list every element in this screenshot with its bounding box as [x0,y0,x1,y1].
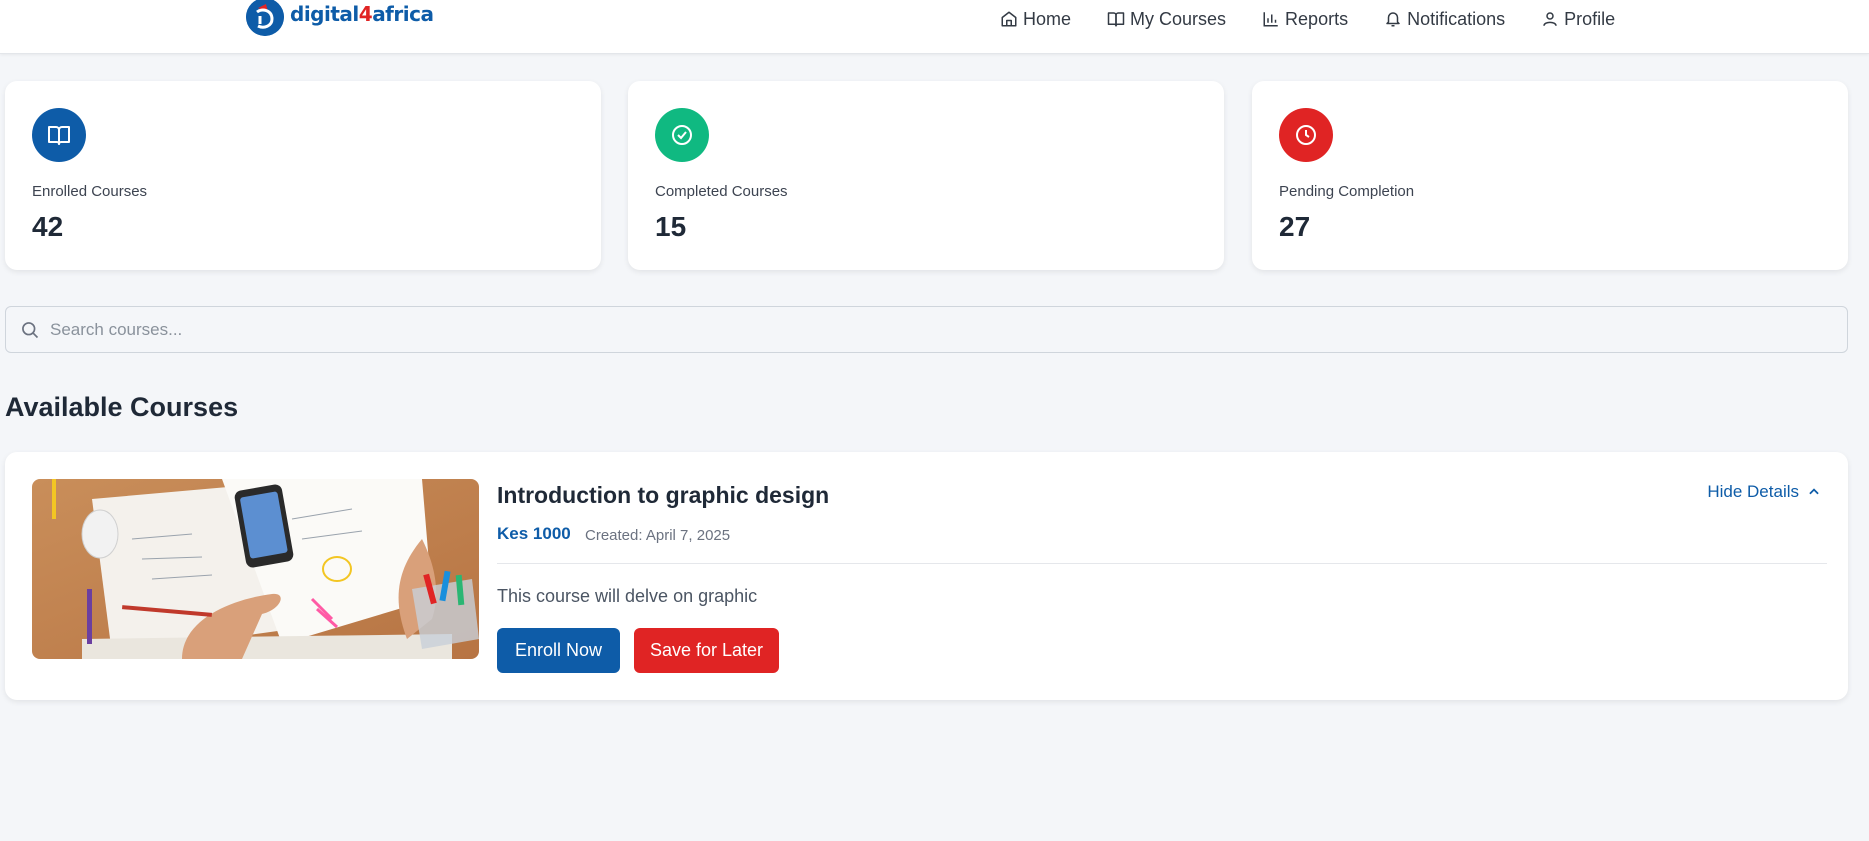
course-description: This course will delve on graphic [497,586,758,606]
nav-home-label: Home [1023,8,1072,29]
divider [497,563,1827,564]
top-navbar: digital4africa Home My Courses Reports N… [0,0,1869,54]
nav-notifications[interactable]: Notifications [1384,6,1505,32]
home-icon [1001,11,1017,27]
nav-home[interactable]: Home [1000,6,1071,32]
main-nav: Home My Courses Reports Notifications Pr… [1000,6,1651,32]
logo-text: digital4africa [290,2,434,26]
book-icon [32,108,86,162]
enroll-now-button[interactable]: Enroll Now [497,628,620,673]
nav-reports-label: Reports [1285,8,1349,29]
section-title: Available Courses [5,392,239,422]
search-input[interactable] [50,319,1830,340]
nav-my-courses[interactable]: My Courses [1107,6,1226,32]
bell-icon [1386,12,1400,27]
stat-value: 42 [32,211,64,242]
course-created-date: Created: April 7, 2025 [585,527,731,544]
save-for-later-button[interactable]: Save for Later [634,628,779,673]
course-card: Introduction to graphic design Kes 1000 … [5,452,1848,700]
course-thumbnail [32,479,479,659]
logo[interactable]: digital4africa [246,0,434,38]
course-price: Kes 1000 [497,524,571,543]
nav-reports[interactable]: Reports [1262,6,1348,32]
stat-card-pending: Pending Completion 27 [1252,81,1848,270]
search-icon [22,321,39,338]
nav-my-courses-label: My Courses [1130,8,1227,29]
course-title: Introduction to graphic design [497,482,830,508]
clock-icon [1279,108,1333,162]
logo-mark-icon [246,0,284,36]
chevron-up-icon [1809,488,1819,495]
hide-details-toggle[interactable]: Hide Details [1707,482,1821,502]
stat-card-enrolled: Enrolled Courses 42 [5,81,601,270]
stat-label: Pending Completion [1279,183,1415,200]
user-icon [1543,12,1557,26]
stat-label: Completed Courses [655,183,788,200]
search-bar [5,306,1848,353]
nav-profile[interactable]: Profile [1541,6,1615,32]
stat-value: 27 [1279,211,1311,242]
stat-label: Enrolled Courses [32,183,148,200]
nav-notifications-label: Notifications [1407,8,1506,29]
hide-details-label: Hide Details [1707,482,1799,501]
book-open-icon [1107,12,1125,27]
check-circle-icon [655,108,709,162]
stat-card-completed: Completed Courses 15 [628,81,1224,270]
stat-value: 15 [655,211,687,242]
bar-chart-icon [1263,12,1278,27]
nav-profile-label: Profile [1564,8,1616,29]
